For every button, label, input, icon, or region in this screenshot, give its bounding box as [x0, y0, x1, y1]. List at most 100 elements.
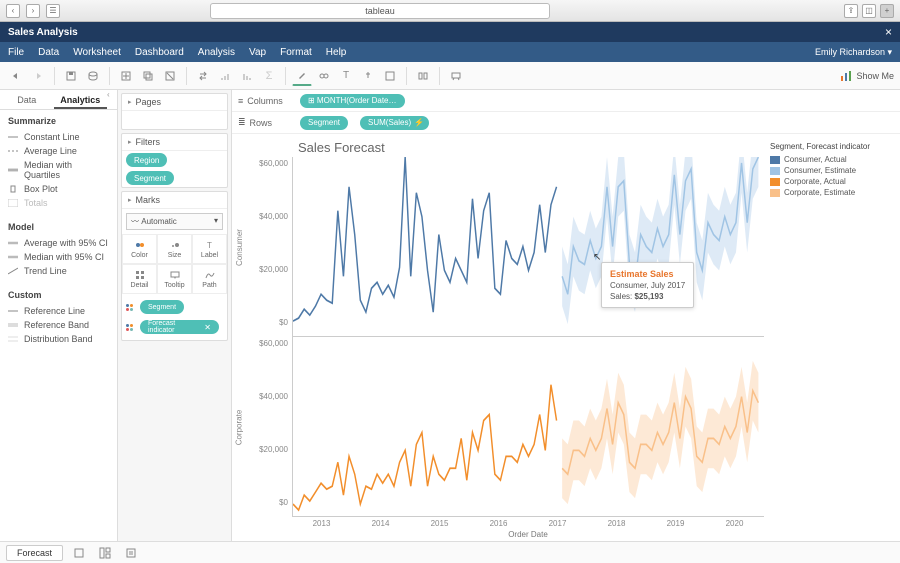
ref-band-item[interactable]: Reference Band — [8, 318, 109, 332]
tab-data[interactable]: Data — [0, 90, 54, 109]
trend-line-item[interactable]: Trend Line — [8, 264, 109, 278]
sort-asc-icon[interactable] — [215, 66, 235, 86]
menu-data[interactable]: Data — [38, 47, 59, 58]
mark-tooltip-button[interactable]: Tooltip — [157, 264, 192, 294]
filters-card-header[interactable]: ▸Filters — [122, 134, 227, 151]
filter-pill-segment[interactable]: Segment — [126, 171, 174, 185]
tooltip: Estimate Sales Consumer, July 2017 Sales… — [601, 262, 694, 308]
mark-color-button[interactable]: Color — [122, 234, 157, 264]
legend-item[interactable]: Corporate, Estimate — [770, 188, 888, 197]
mark-path-button[interactable]: Path — [192, 264, 227, 294]
swap-icon[interactable] — [193, 66, 213, 86]
menu-file[interactable]: File — [8, 47, 24, 58]
mark-pill-segment[interactable]: Segment — [126, 298, 223, 316]
panel-label-corporate: Corporate — [235, 409, 244, 445]
menubar: File Data Worksheet Dashboard Analysis V… — [0, 42, 900, 62]
filter-pill-region[interactable]: Region — [126, 153, 167, 167]
median-quartiles-item[interactable]: Median with Quartiles — [8, 158, 109, 182]
presentation-icon[interactable] — [446, 66, 466, 86]
browser-forward-button[interactable]: › — [26, 4, 40, 18]
sort-desc-icon[interactable] — [237, 66, 257, 86]
analytics-pane: Data Analytics ‹ Summarize Constant Line… — [0, 90, 118, 541]
menu-analysis[interactable]: Analysis — [198, 47, 235, 58]
browser-bar: ‹ › ☰ tableau ⇪ ◫ + — [0, 0, 900, 22]
highlight-icon[interactable] — [292, 66, 312, 86]
dist-band-item[interactable]: Distribution Band — [8, 332, 109, 346]
tab-chevron-icon[interactable]: ‹ — [107, 90, 117, 109]
undo-icon[interactable] — [6, 66, 26, 86]
median-ci-item[interactable]: Median with 95% CI — [8, 250, 109, 264]
browser-address-bar[interactable]: tableau — [210, 3, 550, 19]
model-heading: Model — [8, 222, 109, 232]
clear-icon[interactable] — [160, 66, 180, 86]
summarize-heading: Summarize — [8, 116, 109, 126]
view-cards-icon[interactable] — [413, 66, 433, 86]
pages-card-header[interactable]: ▸Pages — [122, 94, 227, 111]
mark-detail-button[interactable]: Detail — [122, 264, 157, 294]
x-axis: 20132014201520162017201820192020 — [292, 517, 764, 530]
plot-corporate[interactable] — [292, 337, 764, 517]
box-plot-item[interactable]: Box Plot — [8, 182, 109, 196]
app-titlebar: Sales Analysis × — [0, 22, 900, 42]
new-worksheet-icon[interactable] — [116, 66, 136, 86]
new-dashboard-icon[interactable] — [95, 543, 115, 563]
user-menu[interactable]: Emily Richardson ▾ — [815, 47, 892, 58]
close-button[interactable]: × — [885, 25, 892, 39]
legend-item[interactable]: Corporate, Actual — [770, 177, 888, 186]
svg-text:T: T — [207, 241, 212, 250]
pin-icon[interactable] — [358, 66, 378, 86]
rows-pill-segment[interactable]: Segment — [300, 116, 348, 130]
menu-help[interactable]: Help — [326, 47, 347, 58]
fit-icon[interactable] — [380, 66, 400, 86]
mark-size-button[interactable]: Size — [157, 234, 192, 264]
legend-item[interactable]: Consumer, Estimate — [770, 166, 888, 175]
browser-back-button[interactable]: ‹ — [6, 4, 20, 18]
constant-line-item[interactable]: Constant Line — [8, 130, 109, 144]
show-me-button[interactable]: Show Me — [840, 70, 894, 82]
tab-analytics[interactable]: Analytics — [54, 90, 108, 109]
app-title: Sales Analysis — [8, 27, 78, 38]
custom-heading: Custom — [8, 290, 109, 300]
avg-ci-item[interactable]: Average with 95% CI — [8, 236, 109, 250]
ref-line-item[interactable]: Reference Line — [8, 304, 109, 318]
plot-consumer[interactable]: ↖ Estimate Sales Consumer, July 2017 Sal… — [292, 157, 764, 337]
menu-format[interactable]: Format — [280, 47, 312, 58]
legend-item[interactable]: Consumer, Actual — [770, 155, 888, 164]
duplicate-icon[interactable] — [138, 66, 158, 86]
average-line-item[interactable]: Average Line — [8, 144, 109, 158]
browser-tabs-button[interactable]: ◫ — [862, 4, 876, 18]
new-sheet-icon[interactable] — [69, 543, 89, 563]
browser-share-button[interactable]: ⇪ — [844, 4, 858, 18]
mark-label-button[interactable]: TLabel — [192, 234, 227, 264]
mark-type-select[interactable]: 〰 Automatic▾ — [126, 213, 223, 230]
legend: Segment, Forecast indicator Consumer, Ac… — [764, 138, 894, 541]
totals-icon[interactable]: Σ — [259, 66, 279, 86]
bottom-bar: Forecast — [0, 541, 900, 563]
toolbar: Σ T Show Me — [0, 62, 900, 90]
rows-pill-sumsales[interactable]: SUM(Sales)⚡ — [360, 116, 429, 130]
y-axis-corporate: $60,000$40,000$20,000$0 — [246, 337, 292, 517]
new-story-icon[interactable] — [121, 543, 141, 563]
new-data-icon[interactable] — [83, 66, 103, 86]
browser-newtab-button[interactable]: + — [880, 4, 894, 18]
sheet-tab-forecast[interactable]: Forecast — [6, 545, 63, 561]
labels-icon[interactable]: T — [336, 66, 356, 86]
menu-worksheet[interactable]: Worksheet — [73, 47, 121, 58]
redo-icon[interactable] — [28, 66, 48, 86]
y-axis-consumer: $60,000$40,000$20,000$0 — [246, 157, 292, 337]
totals-item: Totals — [8, 196, 109, 210]
marks-card-header[interactable]: ▸Marks — [122, 192, 227, 209]
browser-sidebar-button[interactable]: ☰ — [46, 4, 60, 18]
mark-pill-forecast[interactable]: Forecast indicator✕ — [126, 318, 223, 336]
rows-icon: ≣ — [238, 117, 246, 128]
columns-icon: ≡ — [238, 96, 243, 106]
columns-pill-month[interactable]: ⊞ MONTH(Order Date… — [300, 94, 405, 108]
chart-title: Sales Forecast — [298, 140, 764, 155]
rows-shelf[interactable]: ≣Rows Segment SUM(Sales)⚡ — [232, 112, 900, 134]
group-icon[interactable] — [314, 66, 334, 86]
menu-vap[interactable]: Vap — [249, 47, 266, 58]
menu-dashboard[interactable]: Dashboard — [135, 47, 184, 58]
columns-shelf[interactable]: ≡Columns ⊞ MONTH(Order Date… — [232, 90, 900, 112]
show-me-label: Show Me — [856, 71, 894, 81]
save-icon[interactable] — [61, 66, 81, 86]
